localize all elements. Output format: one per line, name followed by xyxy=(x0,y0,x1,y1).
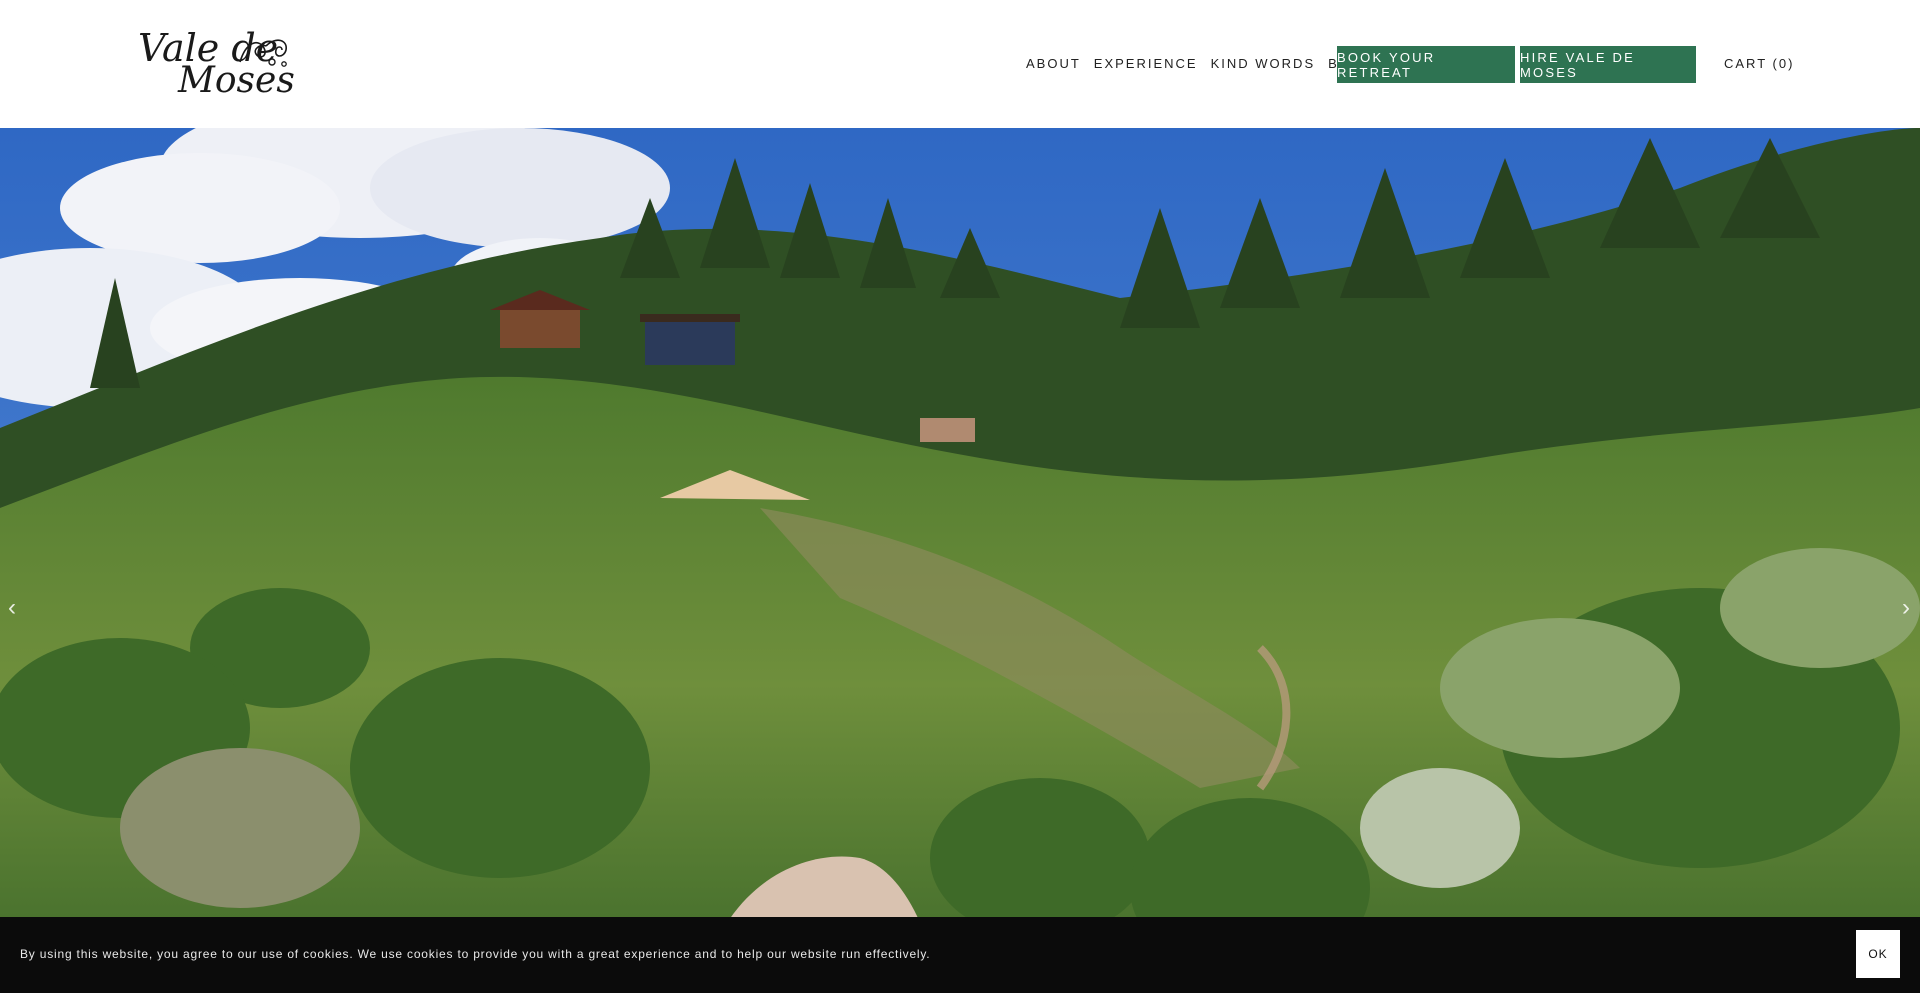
cookie-message: By using this website, you agree to our … xyxy=(20,947,931,961)
nav-about[interactable]: About xyxy=(1026,56,1081,71)
slideshow-prev-button[interactable]: ‹ xyxy=(8,594,16,622)
logo-swirl-icon xyxy=(239,39,287,67)
main-nav: About Experience Kind Words Blog xyxy=(1026,56,1385,71)
cookie-banner: By using this website, you agree to our … xyxy=(0,917,1920,993)
nav-experience[interactable]: Experience xyxy=(1094,56,1198,71)
slideshow-next-button[interactable]: › xyxy=(1902,594,1910,622)
chevron-left-icon: ‹ xyxy=(8,594,16,621)
cookie-accept-button[interactable]: OK xyxy=(1856,930,1900,978)
hero-image-slideshow: ‹ › xyxy=(0,128,1920,993)
site-logo[interactable]: Vale de Moses xyxy=(136,26,296,102)
hero-landscape-image xyxy=(0,128,1920,993)
hire-venue-button[interactable]: Hire Vale De Moses xyxy=(1520,46,1696,83)
book-retreat-button[interactable]: Book Your Retreat xyxy=(1337,46,1515,83)
site-header: Vale de Moses About Experience Kind Word… xyxy=(0,0,1920,128)
nav-kind-words[interactable]: Kind Words xyxy=(1211,56,1316,71)
chevron-right-icon: › xyxy=(1902,594,1910,621)
cart-link[interactable]: Cart (0) xyxy=(1724,56,1794,71)
